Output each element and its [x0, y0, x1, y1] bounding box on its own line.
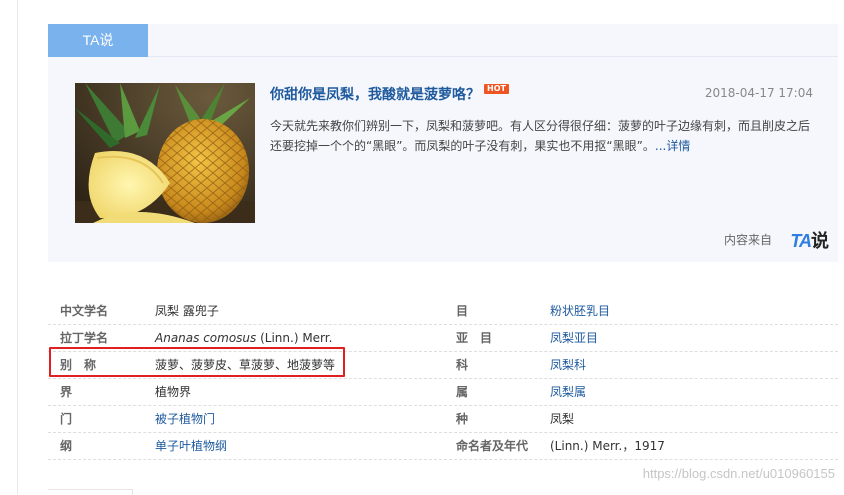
- genus-link[interactable]: 凤梨属: [550, 379, 586, 405]
- latin-name-italic: Ananas comosus: [155, 331, 257, 345]
- bottom-tab-edge: [48, 489, 133, 495]
- table-row: 界 植物界 属 凤梨属: [48, 379, 838, 406]
- table-row: 中文学名 凤梨 露兜子 目 粉状胚乳目: [48, 298, 838, 325]
- row-value: 凤梨 露兜子: [155, 304, 219, 318]
- article-summary: 今天就先来教你们辨别一下，凤梨和菠萝吧。有人区分得很仔细：菠萝的叶子边缘有刺，而…: [270, 116, 815, 156]
- class-link[interactable]: 单子叶植物纲: [155, 433, 227, 459]
- row-value: 植物界: [155, 385, 192, 399]
- row-key: 亚 目: [456, 331, 493, 345]
- row-key: 中文学名: [60, 304, 109, 318]
- row-key: 科: [456, 358, 469, 372]
- row-key: 界: [60, 385, 73, 399]
- row-key: 属: [456, 385, 469, 399]
- latin-name-author: (Linn.) Merr.: [256, 331, 333, 345]
- family-link[interactable]: 凤梨科: [550, 352, 586, 378]
- row-value: 凤梨: [550, 412, 575, 426]
- pineapple-image: [75, 83, 255, 223]
- ta-logo[interactable]: TA说: [790, 227, 829, 253]
- logo-shuo: 说: [811, 231, 829, 251]
- row-key: 种: [456, 412, 469, 426]
- logo-ta: TA: [790, 231, 812, 251]
- suborder-link[interactable]: 凤梨亚目: [550, 325, 598, 351]
- left-divider: [17, 0, 18, 494]
- highlight-annotation-box: [49, 347, 345, 377]
- watermark: https://blog.csdn.net/u010960155: [642, 466, 835, 481]
- details-link[interactable]: ...详情: [655, 139, 690, 153]
- basic-info-table: 中文学名 凤梨 露兜子 目 粉状胚乳目 拉丁学名 Ananas comosus …: [48, 298, 838, 460]
- tab-underline: [148, 56, 838, 57]
- row-key: 纲: [60, 439, 73, 453]
- table-row: 纲 单子叶植物纲 命名者及年代 (Linn.) Merr.，1917: [48, 433, 838, 460]
- source-label: 内容来自: [723, 233, 772, 247]
- article-title-link[interactable]: 你甜你是凤梨，我酸就是菠萝咯？: [270, 84, 480, 104]
- row-key: 目: [456, 304, 469, 318]
- row-key: 命名者及年代: [456, 439, 529, 453]
- ta-card: TA说 你甜你是凤梨，我酸就是菠萝咯？ HOT 2018-04-17 17:04…: [48, 24, 838, 262]
- order-link[interactable]: 粉状胚乳目: [550, 298, 610, 324]
- article-date: 2018-04-17 17:04: [704, 86, 813, 100]
- summary-text: 今天就先来教你们辨别一下，凤梨和菠萝吧。有人区分得很仔细：菠萝的叶子边缘有刺，而…: [270, 119, 811, 153]
- row-value: (Linn.) Merr.，1917: [550, 439, 665, 453]
- ta-tab[interactable]: TA说: [48, 24, 148, 57]
- phylum-link[interactable]: 被子植物门: [155, 406, 215, 432]
- article-thumbnail[interactable]: [75, 83, 255, 223]
- hot-badge: HOT: [484, 84, 509, 94]
- row-key: 门: [60, 412, 73, 426]
- table-row: 门 被子植物门 种 凤梨: [48, 406, 838, 433]
